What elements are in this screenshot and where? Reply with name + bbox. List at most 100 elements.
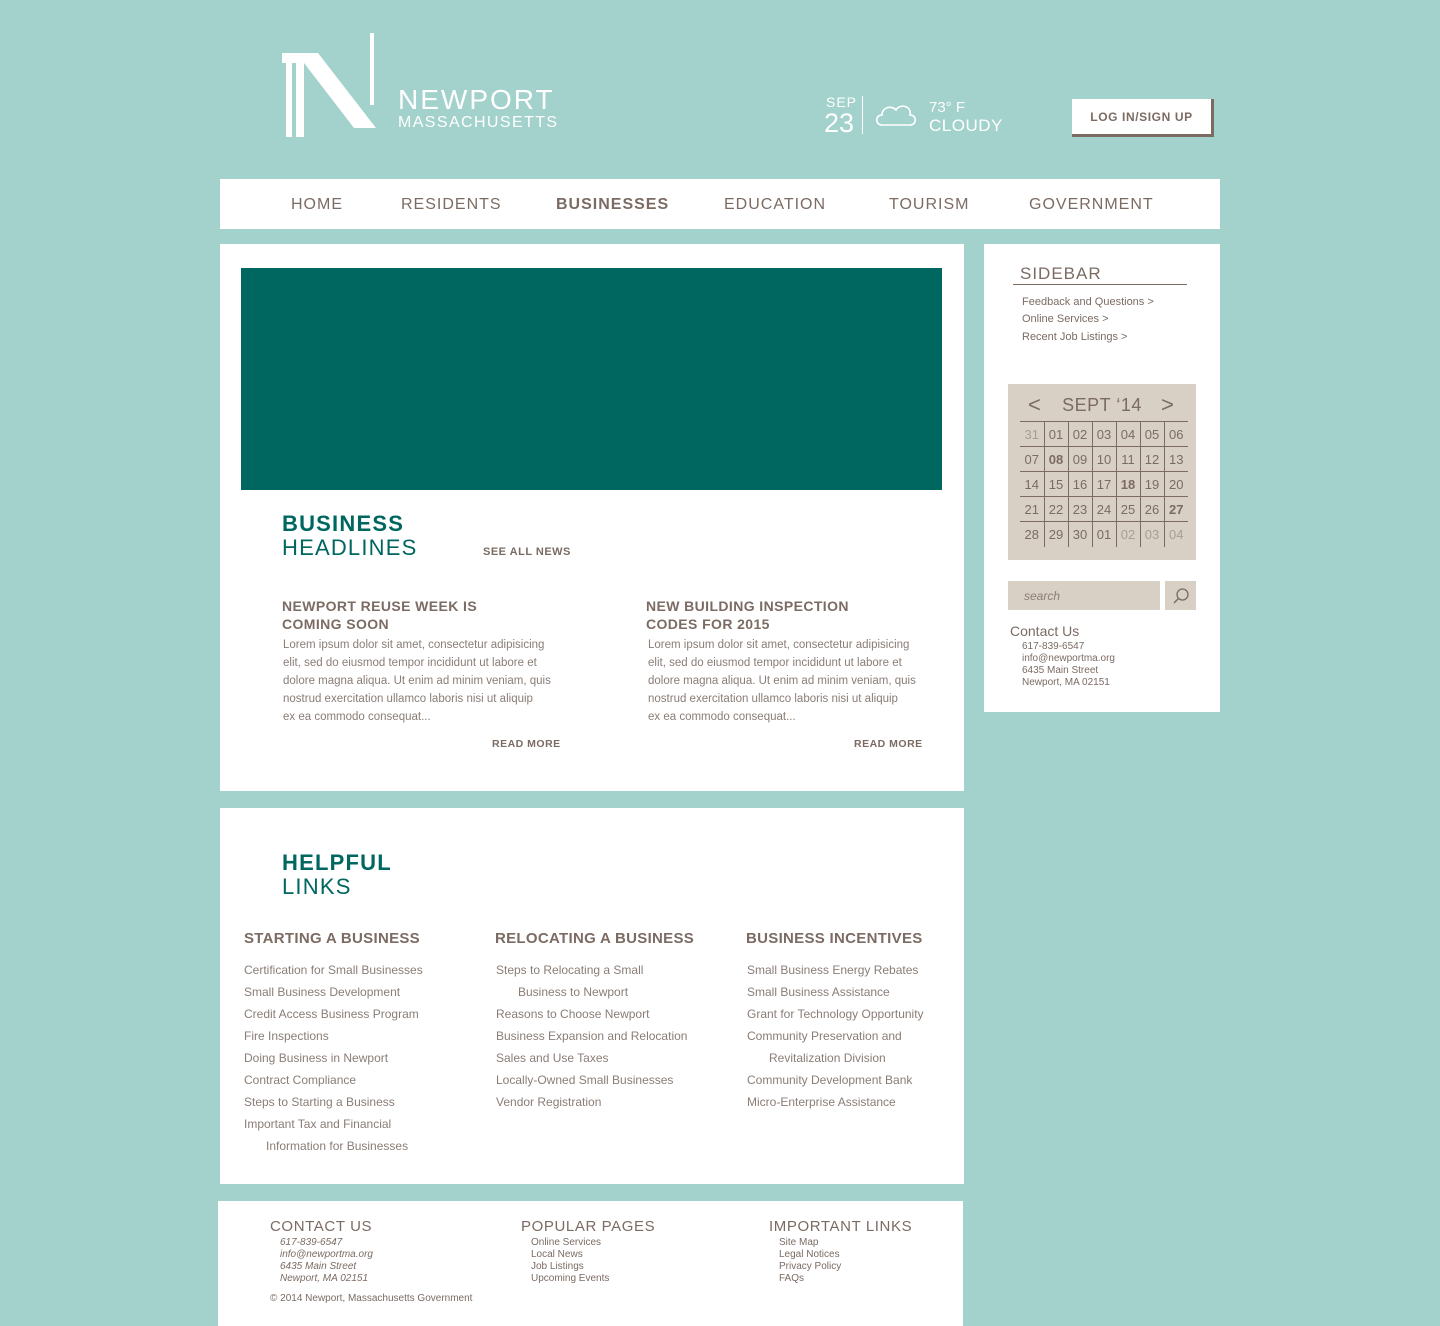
calendar-day[interactable]: 22: [1043, 496, 1068, 522]
calendar-day[interactable]: 03: [1091, 421, 1116, 447]
sidebar-contact-title: Contact Us: [1010, 623, 1080, 639]
footer-important-title: IMPORTANT LINKS: [769, 1218, 913, 1235]
calendar-day[interactable]: 23: [1067, 496, 1092, 522]
article-title[interactable]: NEWPORT REUSE WEEK IS COMING SOON: [282, 597, 572, 633]
helpful-title-light: LINKS: [282, 874, 352, 899]
calendar-grid: 31 01 02 03 04 05 06 07 08 09 10 11 12 13 14 15 16 17 18 19…: [1020, 421, 1188, 547]
calendar-day[interactable]: 25: [1115, 496, 1140, 522]
read-more-link[interactable]: READ MORE: [492, 738, 561, 750]
search-button[interactable]: [1165, 581, 1196, 610]
calendar-day[interactable]: 02: [1115, 521, 1140, 547]
helpful-link[interactable]: Grant for Technology Opportunity: [747, 1007, 924, 1021]
calendar-day[interactable]: 14: [1020, 471, 1044, 497]
helpful-link[interactable]: Information for Businesses: [266, 1139, 408, 1153]
helpful-link[interactable]: Doing Business in Newport: [244, 1051, 388, 1065]
helpful-link[interactable]: Small Business Development: [244, 985, 400, 999]
calendar-day[interactable]: 16: [1067, 471, 1092, 497]
helpful-link[interactable]: Certification for Small Businesses: [244, 963, 423, 977]
helpful-link[interactable]: Steps to Starting a Business: [244, 1095, 395, 1109]
helpful-link[interactable]: Business to Newport: [518, 985, 628, 999]
nav-home[interactable]: HOME: [291, 196, 343, 214]
calendar-day[interactable]: 26: [1139, 496, 1164, 522]
article-title[interactable]: NEW BUILDING INSPECTION CODES FOR 2015: [646, 597, 936, 633]
calendar-day[interactable]: 27: [1163, 496, 1188, 522]
article-title-line: COMING SOON: [282, 616, 390, 632]
calendar-day[interactable]: 01: [1091, 521, 1116, 547]
calendar-day[interactable]: 03: [1139, 521, 1164, 547]
calendar-day[interactable]: 29: [1043, 521, 1068, 547]
calendar-day[interactable]: 30: [1067, 521, 1092, 547]
calendar-day[interactable]: 09: [1067, 446, 1092, 472]
helpful-link[interactable]: Business Expansion and Relocation: [496, 1029, 687, 1043]
footer-contact-street: 6435 Main Street: [280, 1261, 357, 1272]
calendar-day[interactable]: 05: [1139, 421, 1164, 447]
calendar-day[interactable]: 15: [1043, 471, 1068, 497]
footer-popular-link[interactable]: Local News: [531, 1249, 583, 1260]
calendar-week-row: 28 29 30 01 02 03 04: [1020, 521, 1188, 547]
footer-important-link[interactable]: Legal Notices: [779, 1249, 840, 1260]
helpful-link[interactable]: Fire Inspections: [244, 1029, 329, 1043]
calendar-day[interactable]: 31: [1020, 421, 1044, 447]
search-input[interactable]: [1008, 581, 1160, 610]
calendar-day[interactable]: 20: [1163, 471, 1188, 497]
login-signup-button[interactable]: LOG IN/SIGN UP: [1072, 99, 1214, 137]
article-body-line: elit, sed do eiusmod tempor incididunt u…: [648, 657, 902, 669]
nav-education[interactable]: EDUCATION: [724, 196, 826, 214]
calendar-next-button[interactable]: >: [1161, 392, 1174, 418]
sidebar-contact-email[interactable]: info@newportma.org: [1022, 653, 1115, 664]
helpful-link[interactable]: Locally-Owned Small Businesses: [496, 1073, 673, 1087]
footer-popular-link[interactable]: Online Services: [531, 1237, 601, 1248]
newport-logo-mark-icon[interactable]: [282, 33, 382, 139]
nav-government[interactable]: GOVERNMENT: [1029, 196, 1154, 214]
calendar-day[interactable]: 12: [1139, 446, 1164, 472]
calendar-day[interactable]: 19: [1139, 471, 1164, 497]
sidebar-link-feedback[interactable]: Feedback and Questions >: [1022, 296, 1154, 308]
helpful-link[interactable]: Steps to Relocating a Small: [496, 963, 643, 977]
nav-tourism[interactable]: TOURISM: [889, 196, 969, 214]
calendar-day[interactable]: 07: [1020, 446, 1044, 472]
helpful-link[interactable]: Revitalization Division: [769, 1051, 886, 1065]
helpful-link[interactable]: Sales and Use Taxes: [496, 1051, 609, 1065]
calendar-day[interactable]: 13: [1163, 446, 1188, 472]
helpful-link[interactable]: Community Preservation and: [747, 1029, 902, 1043]
calendar-day[interactable]: 28: [1020, 521, 1044, 547]
helpful-link[interactable]: Reasons to Choose Newport: [496, 1007, 649, 1021]
footer-important-link[interactable]: Privacy Policy: [779, 1261, 841, 1272]
calendar-day[interactable]: 18: [1115, 471, 1140, 497]
helpful-link[interactable]: Vendor Registration: [496, 1095, 601, 1109]
footer-important-link[interactable]: FAQs: [779, 1273, 804, 1284]
see-all-news-link[interactable]: SEE ALL NEWS: [483, 546, 571, 558]
helpful-link[interactable]: Small Business Assistance: [747, 985, 890, 999]
calendar-day[interactable]: 10: [1091, 446, 1116, 472]
helpful-link[interactable]: Credit Access Business Program: [244, 1007, 419, 1021]
calendar-day[interactable]: 04: [1163, 521, 1188, 547]
nav-businesses[interactable]: BUSINESSES: [556, 196, 669, 214]
calendar-day[interactable]: 17: [1091, 471, 1116, 497]
headlines-title-light: HEADLINES: [282, 535, 418, 560]
helpful-link[interactable]: Micro-Enterprise Assistance: [747, 1095, 896, 1109]
helpful-link[interactable]: Small Business Energy Rebates: [747, 963, 918, 977]
footer-important-link[interactable]: Site Map: [779, 1237, 818, 1248]
calendar-day[interactable]: 24: [1091, 496, 1116, 522]
calendar-day[interactable]: 08: [1043, 446, 1068, 472]
calendar-day[interactable]: 02: [1067, 421, 1092, 447]
nav-residents[interactable]: RESIDENTS: [401, 196, 502, 214]
calendar-day[interactable]: 21: [1020, 496, 1044, 522]
sidebar-link-job-listings[interactable]: Recent Job Listings >: [1022, 331, 1127, 343]
footer-popular-link[interactable]: Upcoming Events: [531, 1273, 609, 1284]
sidebar-contact-phone: 617-839-6547: [1022, 641, 1085, 652]
helpful-link[interactable]: Contract Compliance: [244, 1073, 356, 1087]
helpful-link[interactable]: Important Tax and Financial: [244, 1117, 391, 1131]
calendar-day[interactable]: 06: [1163, 421, 1188, 447]
helpful-link[interactable]: Community Development Bank: [747, 1073, 912, 1087]
calendar-day[interactable]: 11: [1115, 446, 1140, 472]
sidebar-link-online-services[interactable]: Online Services >: [1022, 313, 1109, 325]
read-more-link[interactable]: READ MORE: [854, 738, 923, 750]
footer-popular-link[interactable]: Job Listings: [531, 1261, 584, 1272]
calendar-day[interactable]: 04: [1115, 421, 1140, 447]
footer-contact-email[interactable]: info@newportma.org: [280, 1249, 373, 1260]
article-body-line: dolore magna aliqua. Ut enim ad minim ve…: [283, 675, 551, 687]
calendar-prev-button[interactable]: <: [1028, 392, 1041, 418]
calendar-day[interactable]: 01: [1043, 421, 1068, 447]
calendar-week-row: 21 22 23 24 25 26 27: [1020, 496, 1188, 522]
